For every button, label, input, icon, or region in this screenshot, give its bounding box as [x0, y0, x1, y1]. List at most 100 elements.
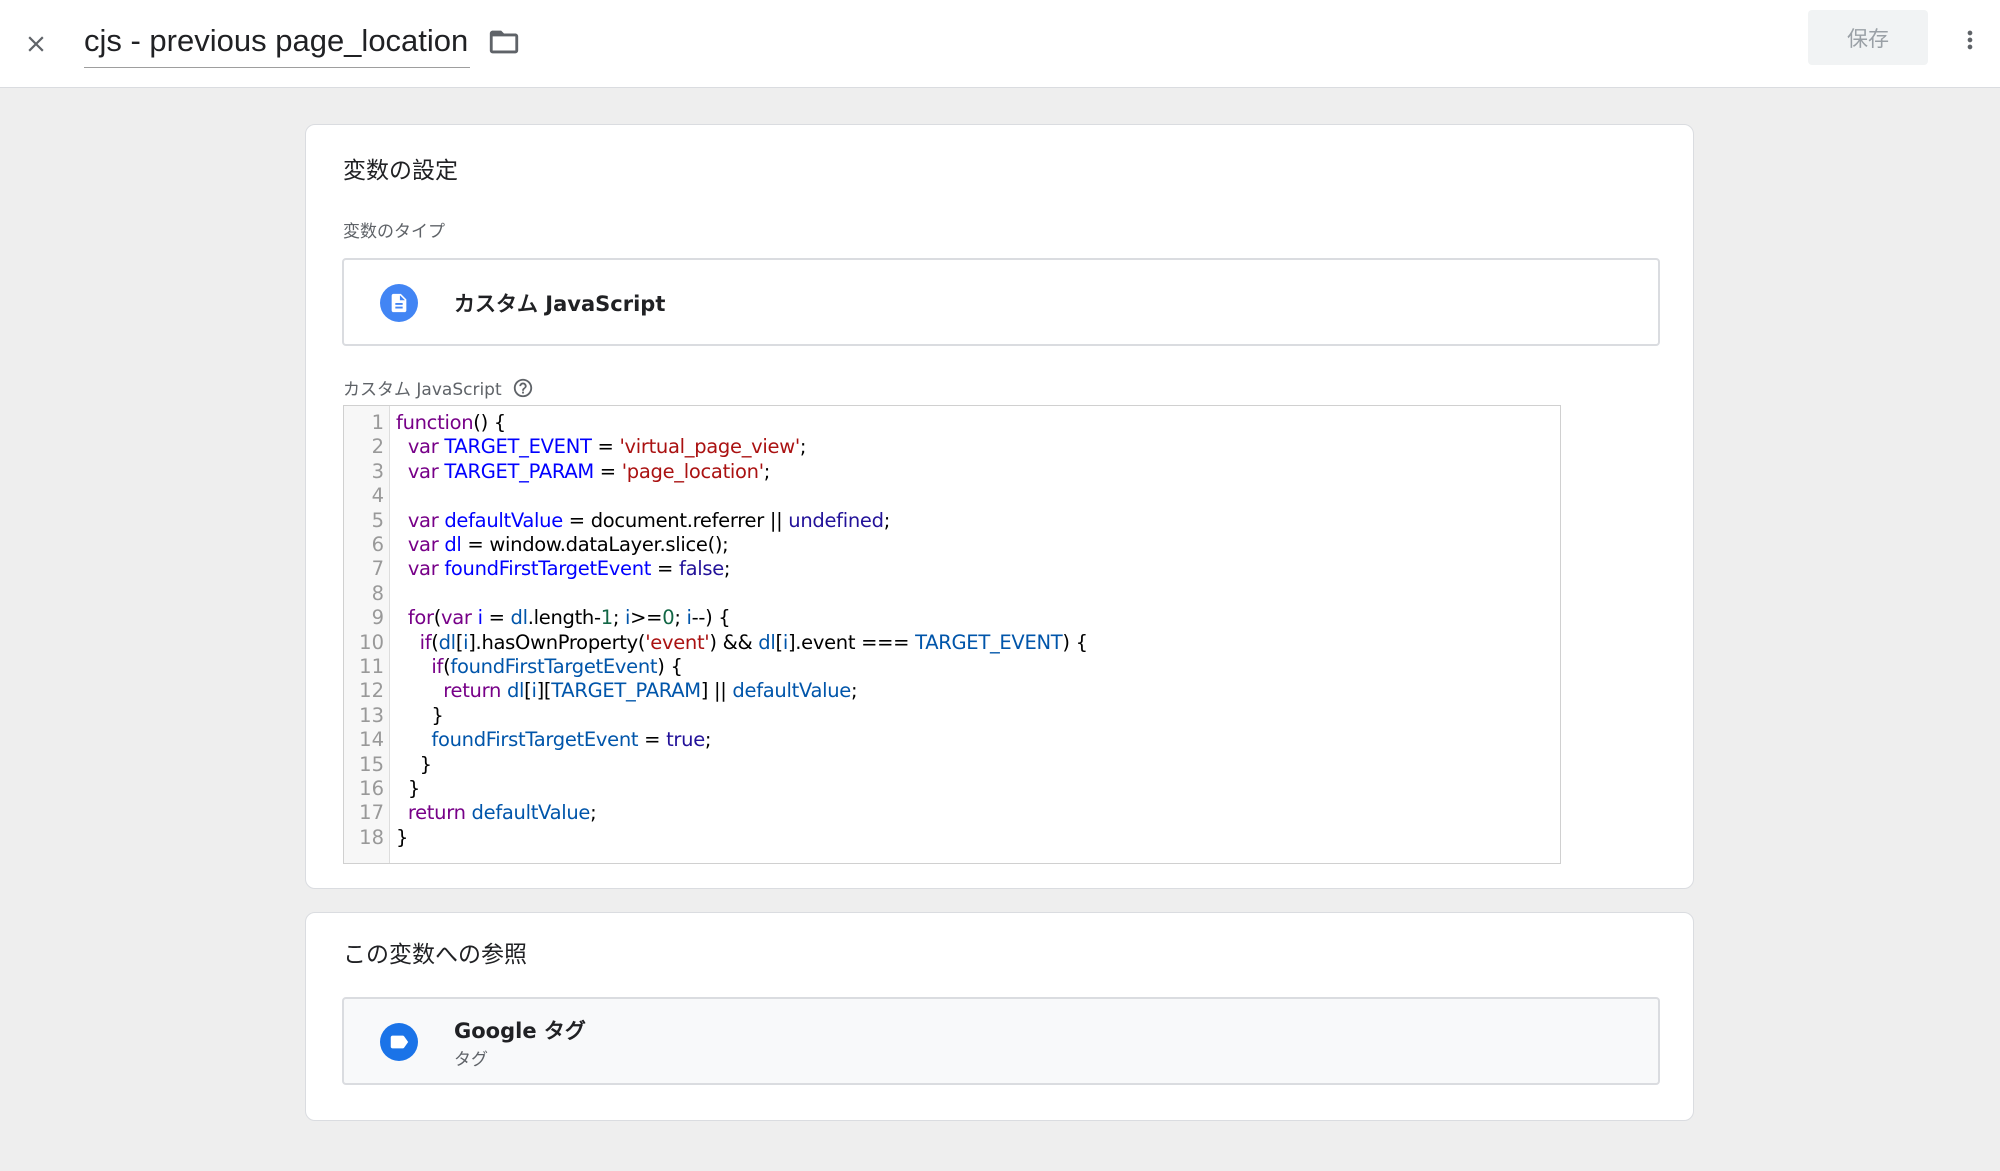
code-text: = [593, 459, 622, 483]
code-text: ) { [657, 655, 683, 678]
code-keyword: if [431, 655, 444, 678]
code-text: ; [883, 508, 891, 532]
code-field-label: カスタム JavaScript [343, 375, 534, 400]
code-text: >= [630, 606, 663, 630]
top-bar: cjs - previous page_location 保存 [0, 0, 2000, 88]
code-keyword: var [407, 557, 439, 581]
code-variable: dl [444, 533, 462, 556]
code-line: } [396, 753, 432, 776]
code-line: return dl[i][TARGET_PARAM] || defaultVal… [396, 679, 857, 702]
code-atom: true [666, 728, 705, 752]
code-line: if(dl[i].hasOwnProperty('event') && dl[i… [396, 631, 1088, 654]
code-text: } [419, 752, 432, 776]
code-variable: dl [438, 630, 457, 654]
code-text: () { [473, 411, 506, 434]
title-field[interactable]: cjs - previous page_location [84, 18, 471, 68]
reference-item[interactable]: Google タグ タグ [342, 997, 1660, 1085]
code-keyword: var [407, 508, 439, 532]
folder-button[interactable] [484, 22, 524, 62]
code-text: ; [799, 435, 807, 459]
code-line: if(foundFirstTargetEvent) { [396, 655, 683, 678]
code-line: } [396, 703, 444, 727]
code-text: ].event === [787, 630, 916, 654]
close-icon [28, 36, 44, 52]
document-icon [380, 284, 418, 322]
line-number: 16 [359, 777, 384, 800]
code-variable: TARGET_EVENT [444, 435, 592, 459]
more-vert-icon [1967, 30, 1973, 50]
line-number: 18 [359, 825, 384, 849]
code-text: } [431, 703, 444, 727]
code-text: = [591, 435, 620, 459]
line-number: 1 [371, 411, 384, 434]
code-label-text: カスタム JavaScript [343, 380, 502, 400]
code-line: return defaultValue; [396, 801, 597, 825]
code-text: ; [723, 557, 731, 581]
code-editor[interactable]: 1 2 3 4 5 6 7 8 9 10 11 12 13 14 15 16 1… [343, 405, 1561, 864]
folder-icon [489, 30, 519, 54]
code-line: foundFirstTargetEvent = true; [396, 728, 711, 751]
reference-name: Google タグ [454, 1019, 586, 1043]
line-number: 5 [371, 508, 384, 532]
code-line: for(var i = dl.length-1; i>=0; i--) { [396, 606, 731, 630]
line-number: 8 [371, 581, 384, 605]
code-text: = [482, 606, 511, 630]
code-keyword: if [419, 630, 432, 654]
line-number: 6 [371, 533, 384, 556]
code-variable: defaultValue [444, 508, 563, 532]
save-button[interactable]: 保存 [1808, 10, 1928, 65]
line-number: 17 [359, 801, 384, 825]
line-number: 4 [371, 484, 384, 508]
code-keyword: function [396, 411, 474, 434]
code-keyword: return [443, 679, 502, 703]
variable-type-selector[interactable]: カスタム JavaScript [342, 258, 1660, 346]
code-text: ) { [1062, 630, 1088, 654]
code-string: 'page_location' [621, 459, 764, 483]
code-text: ; [674, 606, 687, 630]
variable-config-card: 変数の設定 変数のタイプ カスタム JavaScript カスタム JavaSc… [305, 124, 1694, 889]
code-atom: undefined [788, 508, 884, 532]
code-line: var TARGET_EVENT = 'virtual_page_view'; [396, 435, 807, 459]
code-text: ( [433, 606, 442, 630]
variable-type-label-text: 変数のタイプ [343, 222, 445, 242]
code-line: var TARGET_PARAM = 'page_location'; [396, 459, 771, 483]
help-icon[interactable] [512, 377, 534, 399]
code-text: ; [612, 606, 626, 630]
code-variable: defaultValue [471, 801, 591, 825]
code-text: ; [763, 459, 771, 483]
more-options-button[interactable] [1950, 18, 1990, 62]
code-keyword: var [407, 435, 439, 459]
code-keyword: for [407, 606, 434, 630]
code-variable: TARGET_PARAM [444, 459, 594, 483]
code-text: } [396, 825, 409, 849]
references-card: この変数への参照 Google タグ タグ [305, 912, 1694, 1121]
code-text: = [638, 728, 667, 752]
code-text: ] || [700, 679, 733, 703]
code-line: var defaultValue = document.referrer || … [396, 509, 890, 532]
code-variable: foundFirstTargetEvent [450, 655, 658, 678]
line-number: 12 [359, 679, 384, 703]
code-text: ; [850, 679, 858, 703]
code-line: var dl = window.dataLayer.slice(); [396, 533, 729, 556]
code-text: = [651, 557, 679, 581]
tag-icon [380, 1023, 418, 1061]
code-variable: dl [758, 630, 776, 654]
code-variable: dl [506, 679, 525, 703]
card-title: 変数の設定 [343, 158, 458, 184]
variable-type-value: カスタム JavaScript [454, 292, 666, 316]
close-button[interactable] [12, 20, 60, 68]
code-keyword: var [407, 459, 439, 483]
code-text: ][ [536, 679, 552, 703]
code-number: 0 [662, 606, 675, 630]
variable-name[interactable]: cjs - previous page_location [84, 23, 468, 58]
code-string: 'virtual_page_view' [619, 435, 800, 459]
line-number: 9 [371, 606, 384, 630]
